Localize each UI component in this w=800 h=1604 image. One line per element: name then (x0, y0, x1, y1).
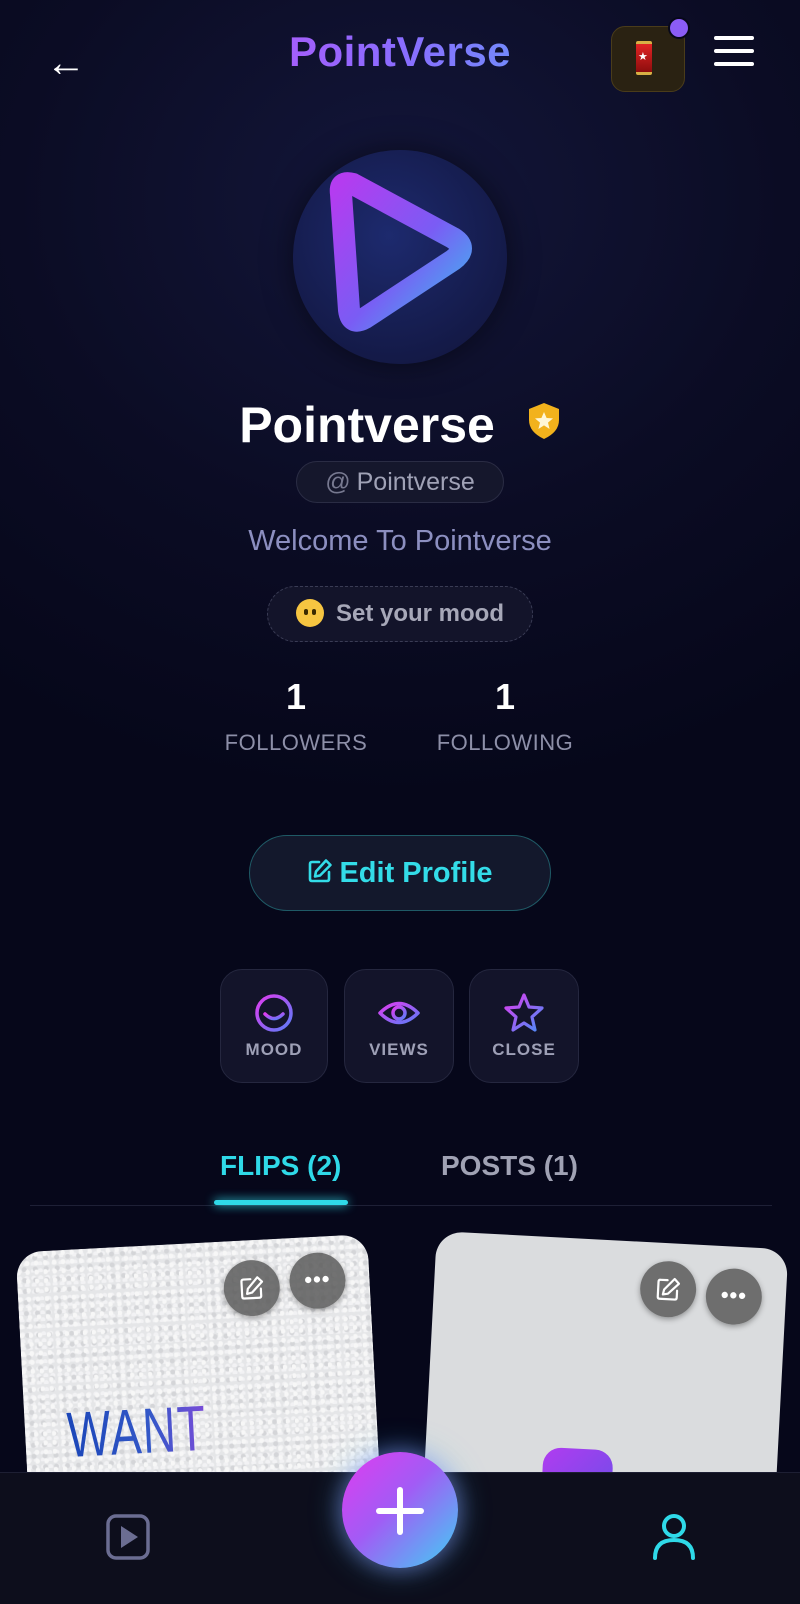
create-button[interactable] (342, 1452, 458, 1568)
plus-icon-vertical (397, 1487, 403, 1535)
more-icon: ••• (720, 1281, 748, 1309)
edit-icon (240, 1276, 264, 1300)
edit-profile-label: Edit Profile (339, 857, 493, 889)
hamburger-icon (714, 36, 754, 40)
more-options-button[interactable]: ••• (288, 1251, 347, 1311)
profile-name-row: Pointverse (0, 392, 800, 454)
profile-screen: ← PointVerse Pointverse (0, 0, 800, 1604)
nav-feed-button[interactable] (106, 1514, 150, 1560)
set-mood-label: Set your mood (335, 600, 504, 627)
content-tabs: FLIPS (2) POSTS (1) (30, 1140, 772, 1206)
following-count: 1 (494, 676, 516, 717)
mood-action-label: MOOD (245, 1040, 303, 1059)
edit-icon (656, 1277, 681, 1301)
set-mood-button[interactable]: Set your mood (267, 586, 533, 642)
more-icon: ••• (303, 1266, 332, 1293)
hamburger-line (714, 49, 754, 53)
star-icon (504, 993, 544, 1032)
hamburger-menu-button[interactable] (714, 36, 754, 76)
close-action-card[interactable]: CLOSE (469, 969, 579, 1083)
neutral-face-emoji-icon (295, 598, 324, 627)
avatar[interactable] (293, 150, 507, 364)
bio-text: Welcome To Pointverse (248, 525, 552, 557)
followers-label: FOLLOWERS (224, 730, 368, 755)
handle-pill: @ Pointverse (296, 461, 504, 503)
tab-flips[interactable]: FLIPS (2) (220, 1150, 341, 1182)
play-logo-icon (329, 172, 472, 332)
flip-card-text: WANT (65, 1391, 209, 1471)
views-action-label: VIEWS (369, 1040, 429, 1059)
edit-card-button[interactable] (638, 1259, 698, 1319)
edit-profile-button[interactable]: Edit Profile (249, 835, 551, 911)
user-icon (653, 1514, 695, 1560)
eye-icon (378, 1001, 420, 1025)
lantern-badge-icon (636, 41, 652, 75)
shield-star-icon (528, 402, 559, 439)
more-options-button[interactable]: ••• (704, 1267, 764, 1327)
profile-name: Pointverse (239, 396, 495, 453)
followers-count: 1 (285, 676, 307, 717)
edit-card-button[interactable] (222, 1258, 282, 1318)
following-stat[interactable]: 1 FOLLOWING (405, 676, 605, 756)
smile-icon (255, 994, 293, 1032)
handle-at-sign: @ (325, 468, 351, 496)
views-action-card[interactable]: VIEWS (344, 969, 454, 1083)
hamburger-line (714, 62, 754, 66)
handle-text: Pointverse (356, 468, 475, 496)
following-label: FOLLOWING (436, 730, 574, 755)
followers-stat[interactable]: 1 FOLLOWERS (196, 676, 396, 756)
close-action-label: CLOSE (492, 1040, 556, 1059)
lantern-badge-button[interactable] (611, 17, 690, 92)
play-square-icon (106, 1514, 150, 1560)
top-bar: ← PointVerse (0, 0, 800, 110)
mood-action-card[interactable]: MOOD (220, 969, 328, 1083)
edit-icon (309, 859, 333, 883)
tab-posts[interactable]: POSTS (1) (441, 1150, 578, 1182)
nav-profile-button[interactable] (652, 1512, 696, 1560)
active-tab-indicator (214, 1200, 348, 1205)
notification-dot (668, 17, 690, 39)
